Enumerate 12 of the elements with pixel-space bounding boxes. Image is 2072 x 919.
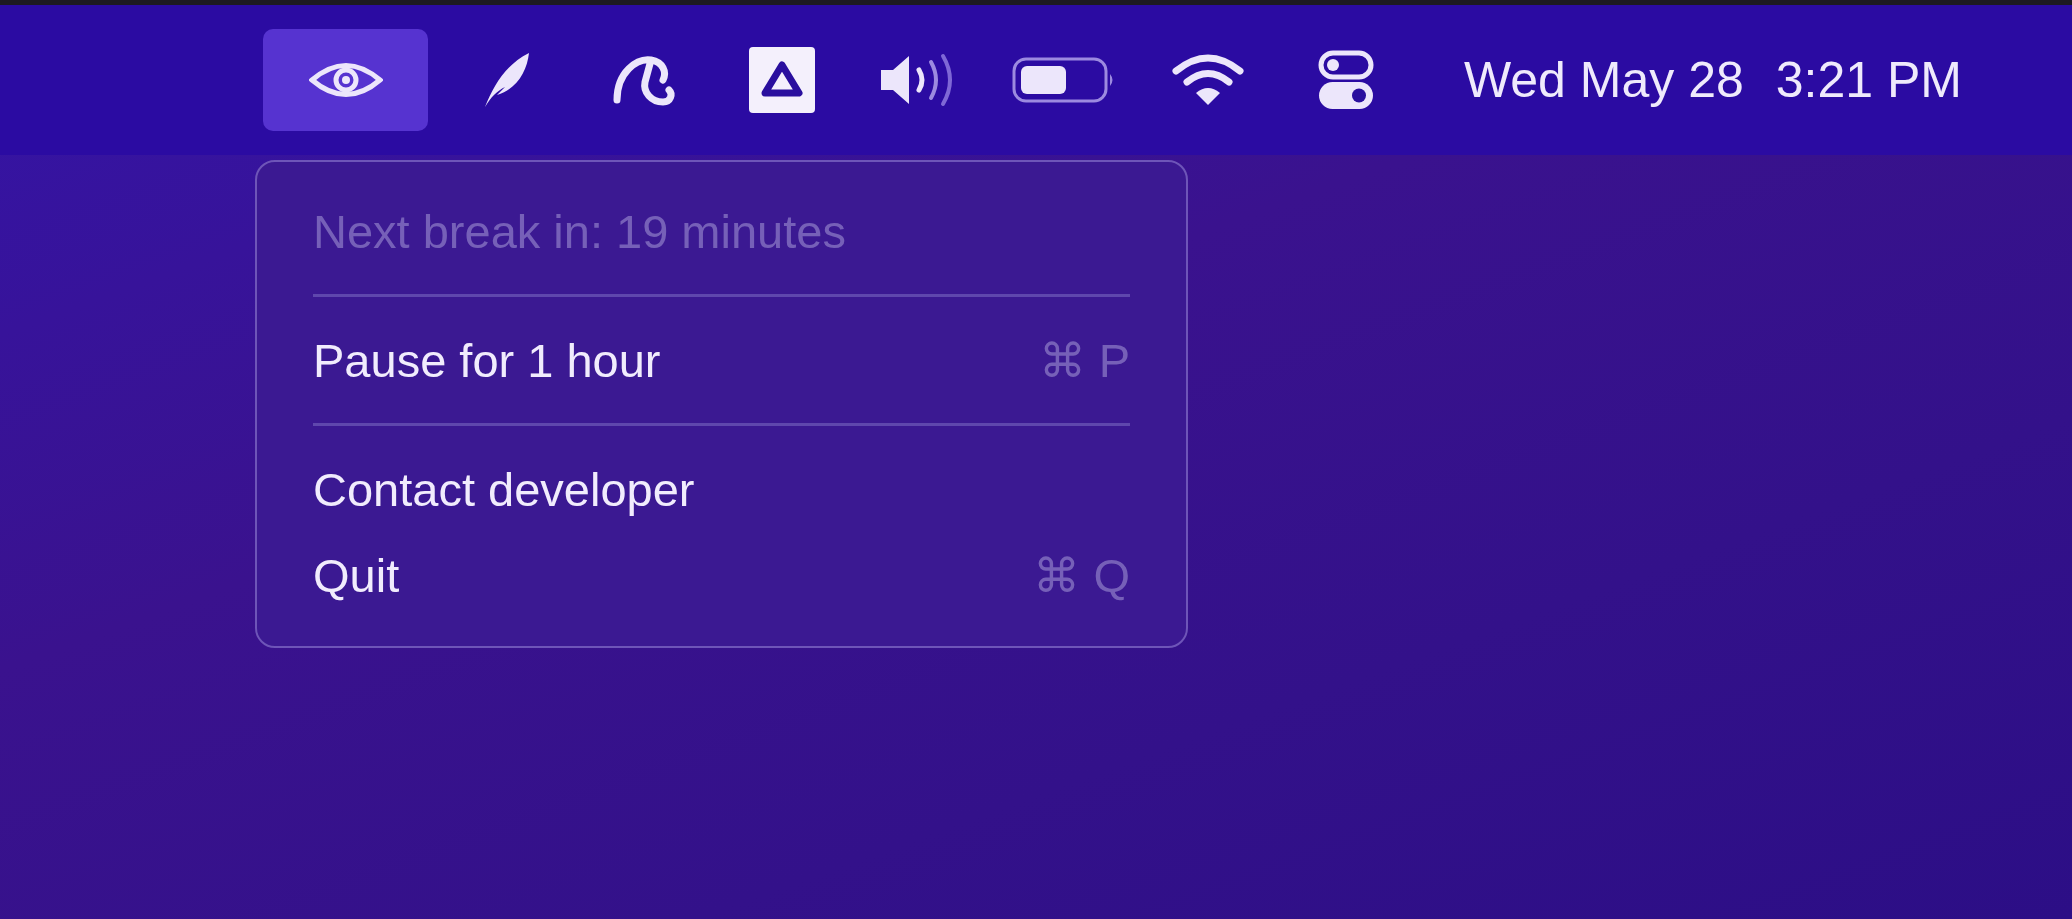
wifi-icon xyxy=(1172,53,1244,107)
menu-bar-time[interactable]: 3:21 PM xyxy=(1775,51,1962,109)
menu-item[interactable]: Pause for 1 hour xyxy=(313,332,661,388)
keyboard-shortcut: ⌘ P xyxy=(1038,332,1130,388)
toggle-switches-icon xyxy=(1318,50,1374,110)
keyboard-shortcut: ⌘ Q xyxy=(1033,547,1130,603)
triangle-square-icon xyxy=(749,47,815,113)
status-bar-item[interactable] xyxy=(263,29,428,131)
menu-bar-date[interactable]: Wed May 28 xyxy=(1464,51,1744,109)
menu-item[interactable]: Quit xyxy=(313,547,400,603)
menu-item: Next break in: 19 minutes xyxy=(313,203,846,259)
menu-item[interactable]: Contact developer xyxy=(313,461,695,517)
